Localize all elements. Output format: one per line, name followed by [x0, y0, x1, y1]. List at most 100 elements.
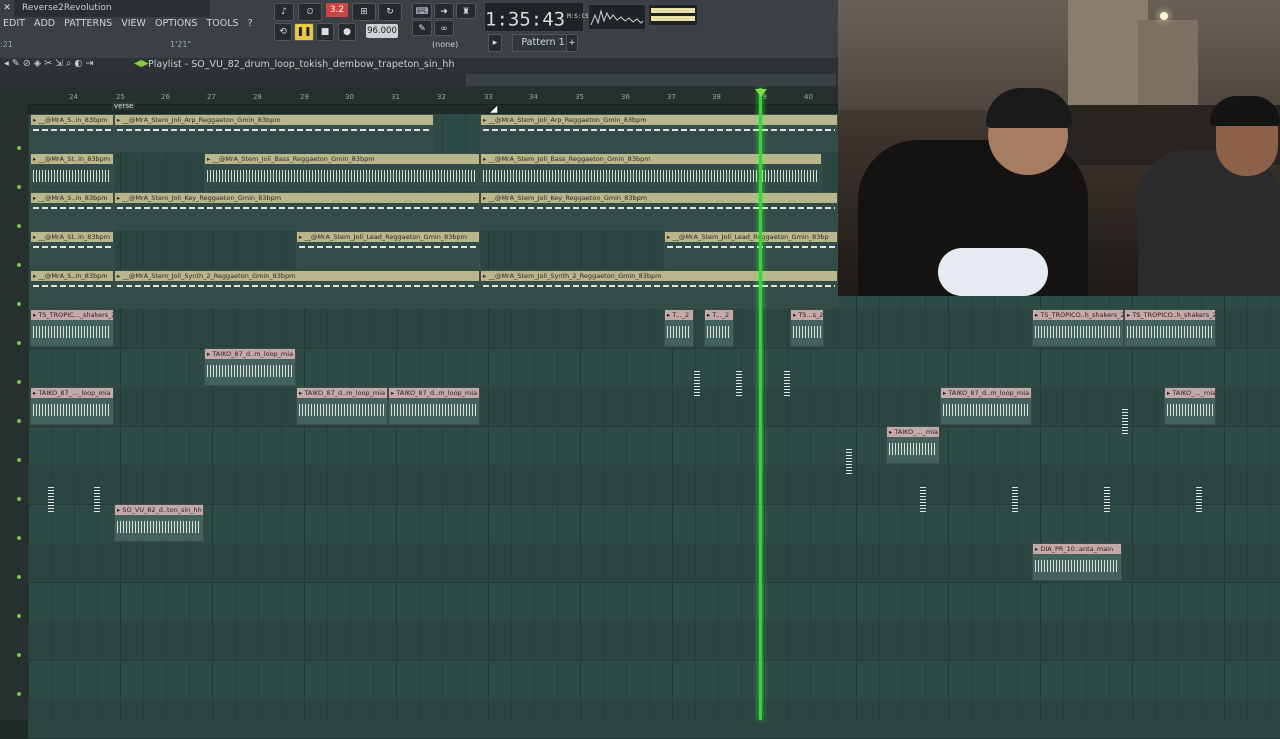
menu-options[interactable]: OPTIONS — [155, 18, 197, 29]
sample-hit[interactable] — [1196, 486, 1202, 512]
track-enable-icon[interactable] — [17, 458, 21, 462]
playlist-clip[interactable]: ▸ __@MrA_Stem_Joli_Key_Reggaeton_Gmin_83… — [480, 192, 838, 230]
sample-hit[interactable] — [694, 370, 700, 396]
playlist-clip[interactable]: ▸ __@MrA_Stem_Joli_Arp_Reggaeton_Gmin_83… — [480, 114, 838, 152]
playlist-clip[interactable]: ▸ __@MrA_Stem_Joli_Synth_2_Reggaeton_Gmi… — [114, 270, 480, 308]
loop-icon[interactable]: ⟲ — [274, 23, 292, 41]
record-icon[interactable]: ● — [338, 23, 356, 41]
marker-verse[interactable]: verse — [112, 102, 136, 110]
playlist-clip[interactable]: ▸ DIA_PR_10..anta_main — [1032, 543, 1122, 581]
pen-icon[interactable]: ✎ — [412, 20, 432, 36]
menu-add[interactable]: ADD — [34, 18, 55, 29]
playlist-clip[interactable]: ▸ __@MrA_Stem_Joli_Key_Reggaeton_Gmin_83… — [114, 192, 480, 230]
menu-view[interactable]: VIEW — [121, 18, 146, 29]
playlist-clip[interactable]: ▸ T..._2 — [704, 309, 734, 347]
pattern-prev-icon[interactable]: ▸ — [488, 34, 502, 52]
pitch-display[interactable]: 3.2 — [326, 3, 348, 17]
track-enable-icon[interactable] — [17, 185, 21, 189]
track-enable-icon[interactable] — [17, 497, 21, 501]
playlist-clip[interactable]: ▸ TAIKO_87_d..m_loop_mia — [296, 387, 388, 425]
playlist-clip[interactable]: ▸ TAIKO_..._mia — [886, 426, 940, 464]
sample-hit[interactable] — [736, 370, 742, 396]
playlist-arrow-icon[interactable]: ◀▶ — [134, 58, 149, 69]
track-lane[interactable] — [28, 504, 1280, 544]
arrow-icon[interactable]: ➜ — [434, 3, 454, 19]
track-enable-icon[interactable] — [17, 614, 21, 618]
tempo-display[interactable]: 96.000 — [366, 24, 398, 38]
time-display[interactable]: 1:35:43 M:S:CS — [484, 2, 589, 32]
sample-hit[interactable] — [1122, 408, 1128, 434]
track-lane[interactable] — [28, 426, 1280, 466]
scrollbar-thumb[interactable] — [466, 74, 836, 86]
playlist-clip[interactable]: ▸ SO_VU_82_d..ton_sin_hh — [114, 504, 204, 542]
playlist-clip[interactable]: ▸ TS...s_2 — [790, 309, 824, 347]
playlist-clip[interactable]: ▸ TAIKO_87_d..m_loop_mia — [388, 387, 480, 425]
playlist-clip[interactable]: ▸ __@MrA_St..in_83bpm — [30, 231, 114, 269]
ceiling-light — [1160, 12, 1168, 20]
playlist-clip[interactable]: ▸ TS_TROPICO..h_shakers_2 — [1032, 309, 1124, 347]
menu-patterns[interactable]: PATTERNS — [64, 18, 112, 29]
track-lane[interactable] — [28, 621, 1280, 661]
sample-hit[interactable] — [846, 448, 852, 474]
track-enable-icon[interactable] — [17, 419, 21, 423]
blend-icon[interactable]: ⊞ — [352, 3, 376, 21]
pattern-add-icon[interactable]: + — [566, 34, 578, 52]
track-enable-icon[interactable] — [17, 146, 21, 150]
playlist-clip[interactable]: ▸ __@MrA_Stem_Joli_Bass_Reggaeton_Gmin_8… — [480, 153, 822, 191]
playlist-clip[interactable]: ▸ TS_TROPIC..._shakers_2 — [30, 309, 114, 347]
sample-hit[interactable] — [1012, 486, 1018, 512]
sample-hit[interactable] — [784, 370, 790, 396]
playlist-clip[interactable]: ▸ __@MrA_S..in_83bpm — [30, 270, 114, 308]
metronome-icon[interactable]: ♪ — [274, 3, 294, 21]
playlist-clip[interactable]: ▸ __@MrA_Stem_Joli_Synth_2_Reggaeton_Gmi… — [480, 270, 838, 308]
typing-keyboard-icon[interactable]: ⌨ — [412, 3, 432, 19]
toolbar-icons[interactable]: ◂ ✎ ⊘ ◈ ✂ ⇲ ⌕ ◐ ⇥ — [4, 58, 94, 69]
playlist-clip[interactable]: ▸ TAIKO_..._mia — [1164, 387, 1216, 425]
pattern-selector[interactable]: Pattern 1 — [512, 34, 574, 52]
pause-icon[interactable]: ❚❚ — [294, 23, 314, 41]
playlist-clip[interactable]: ▸ __@MrA_Stem_Joli_Lead_Reggaeton_Gmin_8… — [296, 231, 480, 269]
menu-tools[interactable]: TOOLS — [206, 18, 238, 29]
sample-hit[interactable] — [1104, 486, 1110, 512]
playlist-clip[interactable]: ▸ T..._2 — [664, 309, 694, 347]
sample-hit[interactable] — [94, 486, 100, 512]
playhead[interactable] — [759, 88, 762, 720]
track-enable-icon[interactable] — [17, 302, 21, 306]
playlist-clip[interactable]: ▸ __@MrA_Stem_Joli_Bass_Reggaeton_Gmin_8… — [204, 153, 480, 191]
clip-waveform — [483, 285, 835, 287]
playlist-clip[interactable]: ▸ __@MrA_Stem_Joli_Arp_Reggaeton_Gmin_83… — [114, 114, 434, 152]
playlist-clip[interactable]: ▸ __@MrA_S..in_83bpm — [30, 192, 114, 230]
sample-hit[interactable] — [48, 486, 54, 512]
close-icon[interactable]: ✕ — [0, 0, 14, 17]
track-lane[interactable] — [28, 582, 1280, 622]
sample-hit[interactable] — [920, 486, 926, 512]
playlist-clip[interactable]: ▸ __@MrA_St..in_83bpm — [30, 153, 114, 191]
track-enable-icon[interactable] — [17, 692, 21, 696]
menu-edit[interactable]: EDIT — [3, 18, 25, 29]
track-enable-icon[interactable] — [17, 536, 21, 540]
track-lane[interactable] — [28, 387, 1280, 427]
loop-record-icon[interactable]: ↻ — [378, 3, 402, 21]
playlist-clip[interactable]: ▸ TAIKO_87_..._loop_mia — [30, 387, 114, 425]
track-enable-icon[interactable] — [17, 653, 21, 657]
track-enable-icon[interactable] — [17, 380, 21, 384]
playlist-clip[interactable]: ▸ __@MrA_S..in_83bpm — [30, 114, 114, 152]
track-lane[interactable] — [28, 660, 1280, 700]
track-enable-icon[interactable] — [17, 224, 21, 228]
piano-icon[interactable]: ♜ — [456, 3, 476, 19]
playlist-clip[interactable]: ▸ __@MrA_Stem_Joli_Lead_Reggaeton_Gmin_8… — [664, 231, 838, 269]
track-enable-icon[interactable] — [17, 575, 21, 579]
menu-help[interactable]: ? — [248, 18, 253, 29]
wait-icon[interactable]: ⏲ — [298, 3, 322, 21]
link-icon[interactable]: ∞ — [434, 20, 454, 36]
playlist-clip[interactable]: ▸ TAIKO_87_d..m_loop_mia — [204, 348, 296, 386]
track-lane[interactable] — [28, 465, 1280, 505]
none-selector[interactable]: (none) — [432, 40, 458, 49]
stop-icon[interactable]: ■ — [316, 23, 334, 41]
playlist-clip[interactable]: ▸ TS_TROPICO..h_shakers_2 — [1124, 309, 1216, 347]
track-enable-icon[interactable] — [17, 341, 21, 345]
track-lane[interactable] — [28, 699, 1280, 739]
track-enable-icon[interactable] — [17, 263, 21, 267]
playlist-clip[interactable]: ▸ TAIKO_87_d..m_loop_mia — [940, 387, 1032, 425]
playhead-marker-icon[interactable] — [755, 89, 767, 97]
